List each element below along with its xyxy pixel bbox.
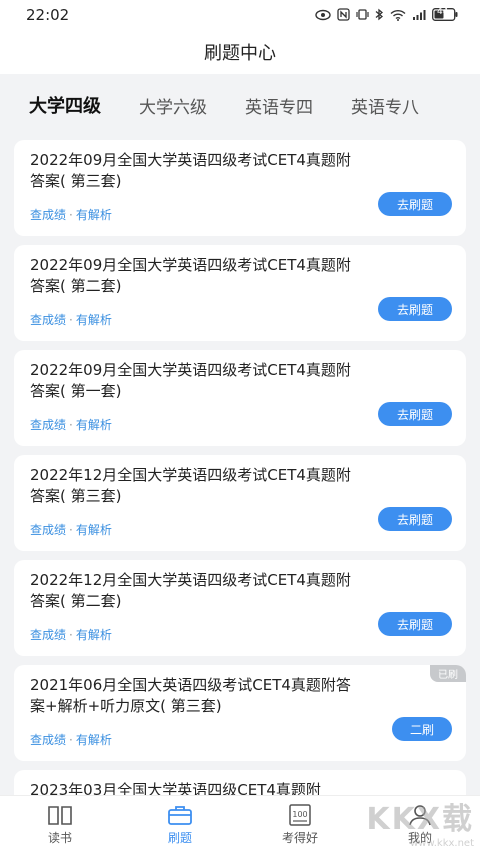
page-title: 刷题中心 — [204, 43, 276, 64]
exam-meta: 查成绩 · 有解析 — [30, 521, 112, 538]
watermark: KKX载 www.kkx.net — [366, 794, 474, 849]
check-score-link[interactable]: 查成绩 — [30, 418, 66, 432]
has-analysis-label: 有解析 — [75, 523, 112, 537]
exam-title: 2022年09月全国大学英语四级考试CET4真题附答案( 第二套) — [30, 256, 351, 295]
status-icons: 44 — [315, 6, 458, 25]
practice-button[interactable]: 去刷题 — [378, 192, 452, 216]
nav-read-label: 读书 — [47, 831, 72, 845]
check-score-link[interactable]: 查成绩 — [30, 523, 66, 537]
status-bar: 22:02 44 — [0, 0, 480, 30]
practice-button[interactable]: 去刷题 — [378, 402, 452, 426]
svg-text:100: 100 — [292, 810, 307, 819]
bluetooth-icon — [375, 6, 384, 25]
category-tabs: 大学四级 大学六级 英语专四 英语专八 — [0, 74, 480, 136]
exam-meta: 查成绩 · 有解析 — [30, 731, 112, 748]
wifi-icon — [390, 6, 406, 25]
has-analysis-label: 有解析 — [75, 313, 112, 327]
has-analysis-label: 有解析 — [75, 628, 112, 642]
has-analysis-label: 有解析 — [75, 733, 112, 747]
exam-meta: 查成绩 · 有解析 — [30, 206, 112, 223]
vibrate-icon — [356, 6, 369, 25]
nav-practice[interactable]: 刷题 — [135, 803, 225, 846]
practice-button[interactable]: 去刷题 — [378, 612, 452, 636]
exam-title: 2022年09月全国大学英语四级考试CET4真题附答案( 第三套) — [30, 151, 351, 190]
exam-card[interactable]: 2022年09月全国大学英语四级考试CET4真题附答案( 第二套) 查成绩 · 有解… — [14, 245, 466, 341]
exam-meta: 查成绩 · 有解析 — [30, 626, 112, 643]
nfc-icon — [337, 6, 350, 25]
exam-list: 2022年09月全国大学英语四级考试CET4真题附答案( 第三套) 查成绩 · 有解… — [0, 140, 480, 795]
exam-card[interactable]: 已刷 2021年06月全国大英语四级考试CET4真题附答案+解析+听力原文( 第… — [14, 665, 466, 761]
watermark-text: KKX载 — [366, 802, 474, 837]
tab-tem4[interactable]: 英语专四 — [226, 93, 332, 118]
tab-cet6[interactable]: 大学六级 — [120, 93, 226, 118]
exam-title: 2021年06月全国大英语四级考试CET4真题附答案+解析+听力原文( 第三套) — [30, 676, 351, 715]
meta-separator: · — [69, 313, 73, 327]
has-analysis-label: 有解析 — [75, 208, 112, 222]
signal-icon — [412, 6, 426, 25]
exam-title: 2022年09月全国大学英语四级考试CET4真题附答案( 第一套) — [30, 361, 351, 400]
practice-button[interactable]: 去刷题 — [378, 297, 452, 321]
exam-meta: 查成绩 · 有解析 — [30, 311, 112, 328]
meta-separator: · — [69, 628, 73, 642]
practice-button[interactable]: 去刷题 — [378, 507, 452, 531]
check-score-link[interactable]: 查成绩 — [30, 208, 66, 222]
score-100-icon: 100 — [287, 803, 313, 827]
meta-separator: · — [69, 523, 73, 537]
meta-separator: · — [69, 208, 73, 222]
exam-title: 2022年12月全国大学英语四级考试CET4真题附答案( 第二套) — [30, 571, 351, 610]
exam-title: 2023年03月全国大学英语四级CET4真题附 — [30, 781, 321, 795]
exam-title: 2022年12月全国大学英语四级考试CET4真题附答案( 第三套) — [30, 466, 351, 505]
tab-cet4[interactable]: 大学四级 — [10, 92, 120, 118]
nav-scores[interactable]: 100 考得好 — [255, 803, 345, 846]
nav-practice-label: 刷题 — [167, 831, 192, 845]
battery-level: 44 — [437, 6, 449, 17]
has-analysis-label: 有解析 — [75, 418, 112, 432]
page-header: 刷题中心 — [0, 30, 480, 74]
eye-icon — [315, 6, 331, 25]
tab-tem8[interactable]: 英语专八 — [332, 93, 438, 118]
meta-separator: · — [69, 733, 73, 747]
status-time: 22:02 — [26, 6, 70, 24]
check-score-link[interactable]: 查成绩 — [30, 628, 66, 642]
nav-read[interactable]: 读书 — [15, 803, 105, 846]
check-score-link[interactable]: 查成绩 — [30, 733, 66, 747]
briefcase-icon — [167, 803, 193, 827]
exam-card[interactable]: 2022年09月全国大学英语四级考试CET4真题附答案( 第一套) 查成绩 · 有解… — [14, 350, 466, 446]
battery-icon: 44 — [432, 6, 458, 25]
exam-meta: 查成绩 · 有解析 — [30, 416, 112, 433]
redo-button[interactable]: 二刷 — [392, 717, 452, 741]
exam-card[interactable]: 2022年09月全国大学英语四级考试CET4真题附答案( 第三套) 查成绩 · 有解… — [14, 140, 466, 236]
book-icon — [47, 803, 73, 827]
meta-separator: · — [69, 418, 73, 432]
exam-card[interactable]: 2022年12月全国大学英语四级考试CET4真题附答案( 第三套) 查成绩 · 有解… — [14, 455, 466, 551]
completed-badge: 已刷 — [430, 665, 466, 682]
watermark-sub: www.kkx.net — [410, 838, 474, 849]
exam-card[interactable]: 2022年12月全国大学英语四级考试CET4真题附答案( 第二套) 查成绩 · 有解… — [14, 560, 466, 656]
nav-scores-label: 考得好 — [281, 831, 318, 845]
exam-card[interactable]: 2023年03月全国大学英语四级CET4真题附 — [14, 770, 466, 795]
check-score-link[interactable]: 查成绩 — [30, 313, 66, 327]
